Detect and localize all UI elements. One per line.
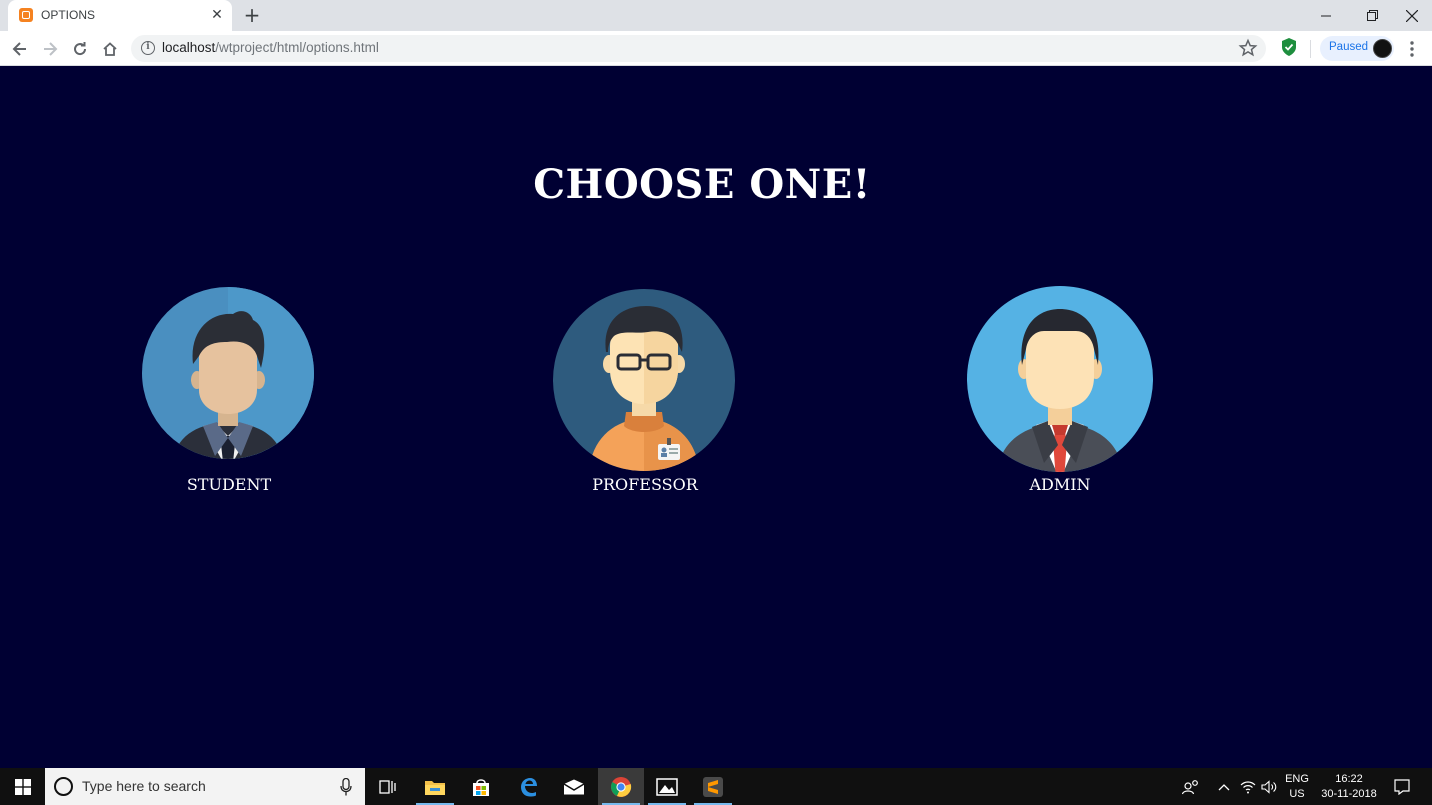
- options-page: CHOOSE ONE! STUDENT PROFESSOR ADMIN: [0, 66, 1432, 768]
- profile-avatar: [1373, 39, 1392, 58]
- task-view-icon[interactable]: [365, 768, 411, 805]
- reload-icon[interactable]: [67, 36, 93, 62]
- student-avatar-icon[interactable]: [141, 286, 317, 476]
- forward-arrow-icon[interactable]: [37, 36, 63, 62]
- page-title: CHOOSE ONE!: [533, 161, 871, 208]
- kebab-menu-icon[interactable]: [1402, 36, 1422, 62]
- profile-button[interactable]: Paused: [1320, 36, 1394, 61]
- windows-start-icon[interactable]: [0, 768, 45, 805]
- file-explorer-icon[interactable]: [412, 768, 458, 805]
- photos-icon[interactable]: [644, 768, 690, 805]
- language-code: ENG: [1285, 772, 1309, 785]
- people-icon[interactable]: [1176, 768, 1206, 805]
- volume-icon[interactable]: [1259, 768, 1281, 805]
- cortana-icon[interactable]: [54, 777, 73, 796]
- edge-browser-icon[interactable]: [505, 768, 551, 805]
- back-arrow-icon[interactable]: [7, 36, 33, 62]
- windows-taskbar: Type here to search ENG US 16:22 30-11-2…: [0, 768, 1432, 805]
- profile-status: Paused: [1329, 41, 1369, 53]
- site-info-icon[interactable]: i: [141, 41, 155, 55]
- taskbar-search-box[interactable]: Type here to search: [45, 768, 365, 805]
- clock-date: 30-11-2018: [1321, 787, 1377, 800]
- chrome-taskbar-icon[interactable]: [598, 768, 644, 805]
- toolbar-divider: [1310, 40, 1311, 58]
- professor-option[interactable]: PROFESSOR: [552, 288, 738, 494]
- action-center-icon[interactable]: [1388, 768, 1416, 805]
- home-icon[interactable]: [97, 36, 123, 62]
- admin-label[interactable]: ADMIN: [960, 475, 1160, 494]
- keyboard-region: US: [1289, 787, 1305, 800]
- tab-close-icon[interactable]: ✕: [208, 6, 226, 24]
- student-option[interactable]: STUDENT: [141, 286, 317, 494]
- bookmark-star-icon[interactable]: [1238, 38, 1258, 58]
- show-hidden-icons-chevron-icon[interactable]: [1214, 768, 1234, 805]
- close-window-button[interactable]: [1389, 0, 1432, 31]
- sublime-text-icon[interactable]: [690, 768, 736, 805]
- address-bar[interactable]: i localhost/wtproject/html/options.html: [131, 35, 1266, 62]
- xampp-favicon-icon: [19, 8, 33, 22]
- browser-tab[interactable]: OPTIONS ✕: [8, 0, 232, 31]
- url-host: localhost: [162, 40, 216, 55]
- microsoft-store-icon[interactable]: [458, 768, 504, 805]
- search-placeholder[interactable]: Type here to search: [82, 778, 206, 794]
- clock[interactable]: 16:22 30-11-2018: [1316, 768, 1382, 805]
- extension-shield-icon[interactable]: [1281, 38, 1297, 56]
- student-label[interactable]: STUDENT: [129, 475, 329, 494]
- tab-title: OPTIONS: [41, 8, 96, 22]
- microphone-icon[interactable]: [340, 777, 352, 796]
- new-tab-button[interactable]: +: [242, 5, 262, 25]
- url-text[interactable]: localhost/wtproject/html/options.html: [162, 40, 379, 55]
- input-language-indicator[interactable]: ENG US: [1283, 768, 1311, 805]
- admin-option[interactable]: ADMIN: [966, 285, 1156, 494]
- minimize-window-button[interactable]: [1303, 0, 1349, 31]
- professor-label[interactable]: PROFESSOR: [545, 475, 745, 494]
- wifi-icon[interactable]: [1238, 768, 1258, 805]
- professor-avatar-icon[interactable]: [552, 288, 738, 474]
- browser-toolbar: i localhost/wtproject/html/options.html …: [0, 31, 1432, 66]
- url-path: /wtproject/html/options.html: [215, 40, 379, 55]
- admin-avatar-icon[interactable]: [966, 285, 1156, 475]
- tab-strip: OPTIONS ✕ +: [0, 0, 1432, 31]
- clock-time: 16:22: [1335, 772, 1363, 785]
- mail-icon[interactable]: [551, 768, 597, 805]
